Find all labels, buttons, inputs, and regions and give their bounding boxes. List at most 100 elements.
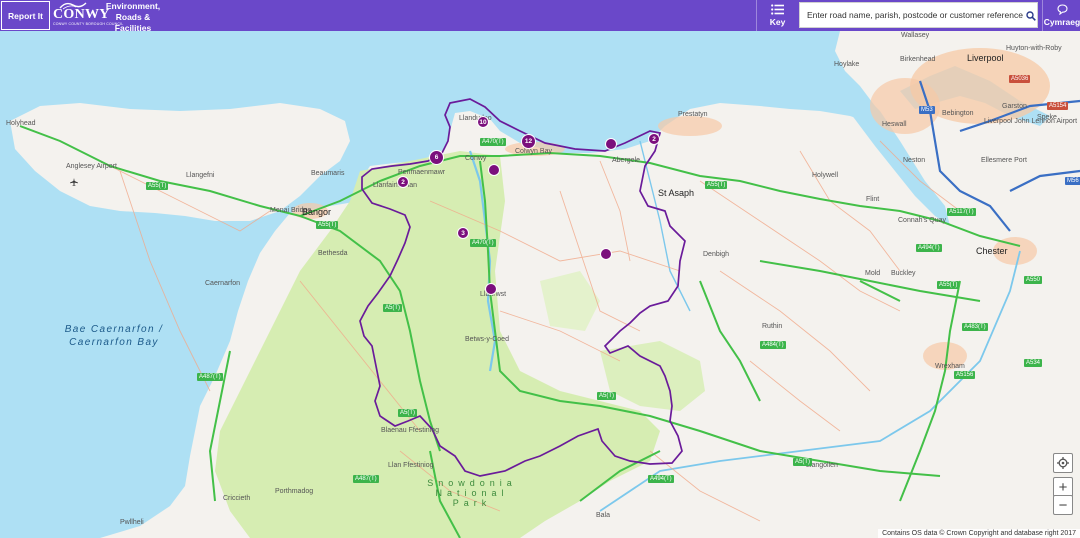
prestatyn-urban [658, 116, 722, 136]
place-buckley: Buckley [891, 270, 916, 277]
place-llanfairfechan: Llanfairfechan [373, 182, 417, 189]
service-title-line: Roads & [115, 12, 151, 22]
road-label-a5156: A5156 [954, 371, 976, 379]
place-liverpool-airport: Liverpool John Lennon Airport [984, 118, 1078, 125]
road-label-a5036: A5036 [1009, 75, 1031, 83]
search-box [799, 2, 1038, 28]
place-snowdonia-national-park: Snowdonia National Park [412, 478, 532, 508]
place-bala: Bala [596, 512, 611, 519]
place-pwllheli: Pwllheli [120, 519, 144, 526]
road-label-a5: A5(T) [398, 409, 417, 417]
place-abergele: Abergele [612, 157, 641, 164]
incident-marker[interactable] [605, 138, 617, 150]
service-title: Environment, Roads & Facilities [98, 1, 168, 34]
road-label-a55: A55(T) [937, 281, 960, 289]
road-label-a470: A470(T) [480, 138, 506, 146]
hiraethog-moor [540, 271, 600, 331]
place-bethesda: Bethesda [318, 250, 348, 257]
search-input[interactable] [800, 3, 1024, 27]
map-attribution: Contains OS data © Crown Copyright and d… [878, 529, 1080, 538]
place-st-asaph: St Asaph [658, 188, 695, 198]
road-label-a483: A483(T) [962, 323, 988, 331]
incident-cluster-marker[interactable]: 3 [457, 227, 469, 239]
road-label-a470: A470(T) [470, 239, 496, 247]
place-connahs-quay: Connah's Quay [898, 217, 947, 224]
place-huyton: Huyton-with-Roby [1006, 45, 1062, 52]
place-colwyn-bay: Colwyn Bay [515, 148, 552, 155]
road-label-a5: A5(T) [383, 304, 402, 312]
place-garston: Garston [1002, 103, 1027, 110]
road-label-a534: A534 [1024, 359, 1043, 367]
top-bar: Report It CONWY CONWY COUNTY BOROUGH COU… [0, 0, 1080, 34]
speech-bubble-icon [1057, 4, 1068, 15]
key-button[interactable]: Key [756, 0, 797, 31]
key-label: Key [769, 17, 786, 27]
place-ruthin: Ruthin [762, 323, 783, 330]
map-canvas[interactable]: Holyhead Anglesey Airport Llangefni Beau… [0, 31, 1080, 538]
place-prestatyn: Prestatyn [678, 111, 708, 118]
locate-icon [1057, 457, 1069, 469]
place-wrexham: Wrexham [935, 363, 965, 370]
place-flint: Flint [866, 196, 880, 203]
road-label-a55: A55(T) [146, 182, 169, 190]
incident-cluster-marker[interactable]: 2 [648, 133, 660, 145]
place-mold: Mold [865, 270, 881, 277]
road-label-a5: A5(T) [793, 458, 812, 466]
place-holyhead: Holyhead [6, 120, 36, 127]
place-betws-y-coed: Betws-y-Coed [465, 336, 509, 343]
incident-cluster-marker[interactable]: 12 [521, 134, 536, 149]
road-label-a494: A494(T) [916, 244, 942, 252]
place-wallasey: Wallasey [901, 32, 930, 39]
road-label-m56: M56 [1065, 177, 1080, 185]
place-anglesey-airport: Anglesey Airport [66, 163, 117, 170]
place-menai-bridge: Menai Bridge [270, 207, 312, 214]
place-llangefni: Llangefni [186, 172, 215, 179]
road-label-a5154: A5154 [1047, 102, 1069, 110]
incident-cluster-marker[interactable]: 2 [397, 176, 409, 188]
road-label-a55: A55(T) [316, 221, 339, 229]
locate-button[interactable] [1053, 453, 1073, 473]
place-criccieth: Criccieth [223, 495, 251, 502]
incident-marker[interactable] [488, 164, 500, 176]
airport-icon [70, 178, 78, 186]
bay-label-line: Bae Caernarfon / [64, 324, 164, 335]
road-label-a487: A487(T) [197, 373, 223, 381]
road-label-a550: A550 [1024, 276, 1043, 284]
menu-icon [771, 4, 784, 15]
zoom-out-button[interactable]: − [1053, 495, 1073, 515]
place-beaumaris: Beaumaris [311, 170, 345, 177]
incident-marker[interactable] [485, 283, 497, 295]
search-icon[interactable] [1026, 11, 1036, 21]
place-ellesmere-port: Ellesmere Port [981, 157, 1027, 164]
place-holywell: Holywell [812, 172, 839, 179]
zoom-in-button[interactable]: + [1053, 477, 1073, 497]
place-llan-ffestiniog: Llan Ffestiniog [388, 462, 434, 469]
place-caernarfon: Caernarfon [205, 280, 241, 287]
place-bangor: Bangor [302, 207, 332, 217]
incident-marker[interactable] [600, 248, 612, 260]
language-toggle-button[interactable]: Cymraeg [1042, 0, 1080, 31]
incident-cluster-marker[interactable]: 6 [429, 150, 444, 165]
conwy-logo[interactable]: CONWY CONWY COUNTY BOROUGH COUNCIL [52, 1, 123, 29]
incident-cluster-marker[interactable]: 10 [477, 116, 489, 128]
place-heswall: Heswall [882, 121, 907, 128]
place-caernarfon-bay: Bae Caernarfon / Caernarfon Bay [52, 323, 176, 349]
base-map [0, 31, 1080, 538]
place-birkenhead: Birkenhead [900, 56, 936, 63]
park-label-line: National [435, 488, 509, 498]
park-label-line: Park [452, 498, 492, 508]
service-title-line: Environment, [105, 1, 161, 11]
bay-label-line: Caernarfon Bay [69, 337, 159, 348]
place-denbigh: Denbigh [703, 251, 730, 258]
place-bebington: Bebington [942, 110, 974, 117]
road-label-a55: A55(T) [705, 181, 728, 189]
park-label-line: Snowdonia [427, 478, 517, 488]
road-label-a5117: A5117(T) [947, 208, 976, 216]
road-label-a484: A484(T) [760, 341, 786, 349]
road-label-m53: M53 [919, 106, 935, 114]
language-label: Cymraeg [1043, 17, 1080, 27]
place-liverpool: Liverpool [967, 53, 1004, 63]
report-it-button[interactable]: Report It [1, 1, 50, 30]
place-blaenau-ffestiniog: Blaenau Ffestiniog [381, 427, 439, 434]
place-penmaenmawr: Penmaenmawr [398, 169, 446, 176]
